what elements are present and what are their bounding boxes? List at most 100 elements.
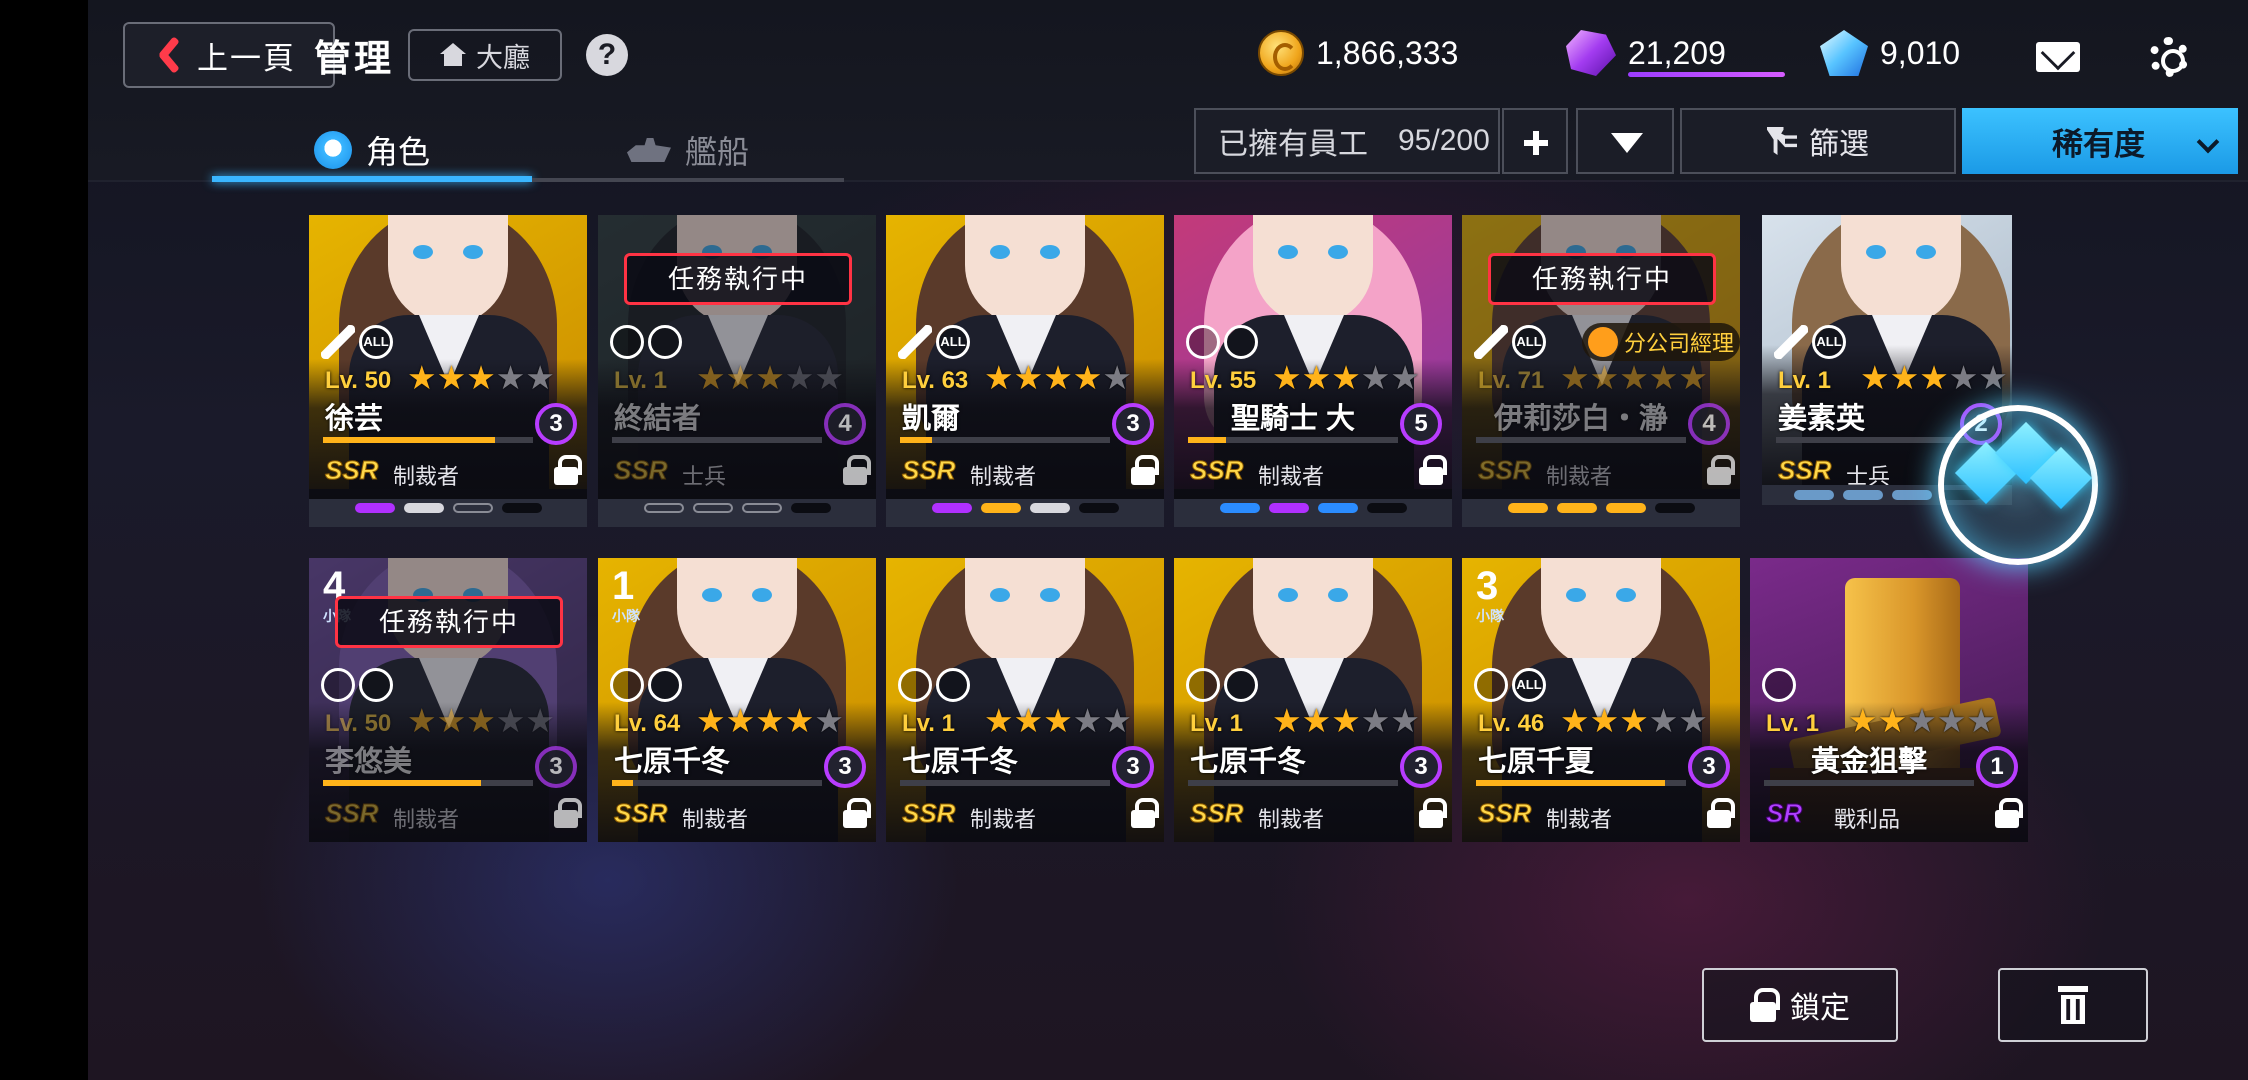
tab-indicator <box>532 178 844 182</box>
delete-button[interactable] <box>1998 968 2148 1042</box>
purple-gem-amount: 21,209 <box>1628 34 1726 71</box>
target-icon <box>648 325 682 359</box>
selection-glow <box>1938 405 2098 565</box>
role-label: 制裁者 <box>1258 807 1325 832</box>
star-level-badge: 1 <box>1976 746 2018 788</box>
character-icon <box>313 131 352 169</box>
character-card[interactable]: ALL Lv. 63 ★ ★ ★ ★ ★ 凱爾 3 SSR 制裁者 <box>886 215 1164 499</box>
rifle-icon <box>898 325 932 359</box>
rifle-icon <box>321 325 355 359</box>
lock-icon[interactable] <box>842 455 871 485</box>
class-all-icon: ALL <box>1512 325 1546 359</box>
back-label: 上一頁 <box>197 40 296 76</box>
level: Lv. 1 <box>1778 367 1831 394</box>
character-card[interactable]: ALL Lv. 50 ★ ★ ★ ★ ★ 徐芸 3 SSR 制裁者 <box>309 215 587 499</box>
trash-icon <box>2058 986 2088 1024</box>
tab-active-indicator <box>212 176 532 182</box>
lock-icon[interactable] <box>1706 798 1735 828</box>
gear-icon[interactable] <box>2149 37 2189 77</box>
class-icons: ALL <box>321 325 393 359</box>
star-rating: ★ ★ ★ ★ ★ <box>1272 702 1420 739</box>
person-icon <box>1588 327 1618 357</box>
rifle-icon <box>1474 325 1508 359</box>
role-label: 制裁者 <box>970 464 1037 489</box>
sword-icon <box>898 668 932 702</box>
star-rating: ★ ★ ★ ★ ★ <box>984 702 1132 739</box>
level: Lv. 50 <box>325 367 392 394</box>
mission-status: 任務執行中 <box>624 253 852 305</box>
lock-icon[interactable] <box>1994 798 2023 828</box>
character-card[interactable]: Lv. 1 ★ ★ ★ ★ ★ 七原千冬 3 SSR 制裁者 <box>886 558 1164 842</box>
character-name: 伊莉莎白・瀞 <box>1493 403 1668 435</box>
lock-icon[interactable] <box>1130 798 1159 828</box>
target-icon <box>1224 668 1258 702</box>
purple-gem-icon <box>1566 30 1616 76</box>
character-card[interactable]: 任務執行中 Lv. 1 ★ ★ ★ ★ ★ 終結者 4 SSR 士兵 <box>598 215 876 499</box>
exp-bar <box>1476 780 1686 786</box>
star-level-badge: 3 <box>535 746 577 788</box>
class-icons <box>898 668 970 702</box>
character-card[interactable]: Lv. 55 ★ ★ ★ ★ ★ 聖騎士 ⼤ 5 SSR 制裁者 <box>1174 215 1452 499</box>
lock-icon[interactable] <box>1418 455 1447 485</box>
target-icon <box>1224 325 1258 359</box>
character-card[interactable]: Lv. 1 ★ ★ ★ ★ ★ 黃金狙擊 1 SR 戰利品 <box>1750 558 2028 842</box>
character-card[interactable]: 3 小隊 ALL Lv. 46 ★ ★ ★ ★ ★ 七原千夏 3 SSR 制裁者 <box>1462 558 1740 842</box>
level: Lv. 55 <box>1190 367 1257 394</box>
purple-gem-bar <box>1628 72 1785 77</box>
diamond-amount: 9,010 <box>1880 34 1961 71</box>
tab-characters-label: 角色 <box>365 134 430 170</box>
tab-characters[interactable]: 角色 <box>212 120 532 180</box>
sort-rarity-dropdown[interactable]: 稀有度 <box>1962 108 2238 174</box>
star-rating: ★ ★ ★ ★ ★ <box>1860 359 2008 396</box>
character-card[interactable]: Lv. 1 ★ ★ ★ ★ ★ 七原千冬 3 SSR 制裁者 <box>1174 558 1452 842</box>
lock-button[interactable]: 鎖定 <box>1702 968 1898 1042</box>
diamond-currency: 9,010 <box>1820 30 1960 76</box>
mail-icon[interactable] <box>2036 42 2080 72</box>
exp-bar <box>1764 780 1974 786</box>
character-card[interactable]: 4小隊任務執行中 Lv. 50 ★★★★★ 李悠美 3 SSR 制裁者 <box>309 558 587 842</box>
heal-icon <box>1474 668 1508 702</box>
class-icons <box>610 668 682 702</box>
character-name: 徐芸 <box>325 403 384 435</box>
lock-icon[interactable] <box>1418 798 1447 828</box>
character-card[interactable]: 任務執行中 分公司經理 ALL Lv. 71 ★ ★ ★ ★ ★ 伊莉莎白・瀞 4 SSR … <box>1462 215 1740 499</box>
shield-icon <box>321 668 355 702</box>
lock-icon[interactable] <box>842 798 871 828</box>
owned-count: 已擁有員工 95/200 <box>1194 108 1500 174</box>
star-level-badge: 3 <box>1688 746 1730 788</box>
lock-icon[interactable] <box>1706 455 1735 485</box>
rarity-badge: SSR <box>324 798 379 829</box>
rarity-badge: SSR <box>1189 798 1244 829</box>
class-icons: ALL <box>1474 668 1546 702</box>
star-level-badge: 3 <box>824 746 866 788</box>
class-icons <box>321 668 393 702</box>
sword-icon <box>1186 325 1220 359</box>
screen: 上一頁 管理 大廳 ? 1,866,333 21,209 9,010 角色 艦船… <box>88 0 2248 1080</box>
squad-badge: 3 小隊 <box>1476 564 1504 624</box>
role-label: 戰利品 <box>1834 807 1901 832</box>
back-button[interactable]: 上一頁 <box>123 22 335 88</box>
rarity-badge: SSR <box>613 455 668 486</box>
expand-capacity-button[interactable] <box>1502 108 1568 174</box>
help-button[interactable]: ? <box>586 34 628 76</box>
rarity-badge: SSR <box>1777 455 1832 486</box>
rarity-badge: SSR <box>901 455 956 486</box>
filter-label: 篩選 <box>1809 128 1869 161</box>
sword-icon <box>1186 668 1220 702</box>
exp-bar <box>323 437 533 443</box>
lobby-button[interactable]: 大廳 <box>408 29 562 81</box>
filter-button[interactable]: 篩選 <box>1680 108 1956 174</box>
lock-icon[interactable] <box>553 798 582 828</box>
character-card[interactable]: 1 小隊 Lv. 64 ★ ★ ★ ★ ★ 七原千冬 3 SSR 制裁者 <box>598 558 876 842</box>
class-icons <box>1762 668 1796 702</box>
gold-amount: 1,866,333 <box>1316 34 1459 71</box>
sort-order-button[interactable] <box>1576 108 1674 174</box>
lock-icon[interactable] <box>553 455 582 485</box>
exp-bar <box>612 437 822 443</box>
lock-icon[interactable] <box>1130 455 1159 485</box>
exp-bar <box>323 780 533 786</box>
character-name: 聖騎士 ⼤ <box>1230 403 1356 435</box>
tab-ships[interactable]: 艦船 <box>532 120 844 180</box>
class-icons <box>1186 668 1258 702</box>
star-rating: ★ ★ ★ ★ ★ <box>407 359 555 396</box>
